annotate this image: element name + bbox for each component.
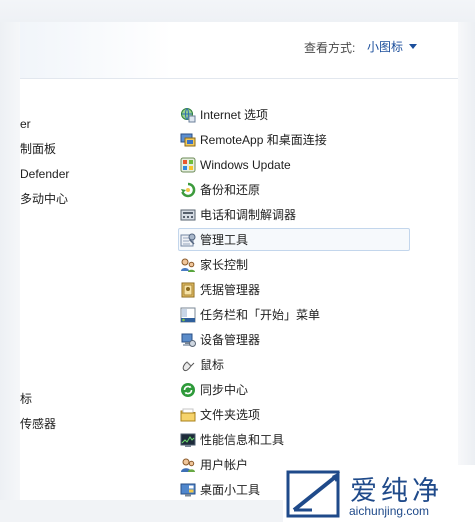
folder-options-icon [180,407,196,423]
left-column-item[interactable]: Defender [20,164,170,184]
control-panel-item-label: 设备管理器 [200,333,261,347]
windows-update-icon [180,157,196,173]
parental-controls-icon [180,257,196,273]
control-panel-item[interactable]: 鼠标 [178,353,410,376]
left-column-item[interactable]: 传感器 [20,414,170,434]
control-panel-item-label: 用户帐户 [200,458,249,472]
left-column-item[interactable]: 多动中心 [20,189,170,209]
control-panel-item[interactable]: 家长控制 [178,253,410,276]
control-panel-item[interactable]: 任务栏和「开始」菜单 [178,303,410,326]
remoteapp-icon [180,132,196,148]
internet-options-icon [180,107,196,123]
window-frame-left [0,22,20,500]
control-panel-item[interactable]: 电话和调制解调器 [178,203,410,226]
control-panel-toolbar: 查看方式: 小图标 [20,22,458,79]
control-panel-item-label: 任务栏和「开始」菜单 [200,308,321,322]
control-panel-item-label: 性能信息和工具 [200,433,285,447]
left-column-item[interactable]: er [20,114,170,134]
control-panel-item-label: 管理工具 [200,233,249,247]
control-panel-item[interactable]: 备份和还原 [178,178,410,201]
control-panel-item-label: Windows Update [200,157,291,172]
control-panel-item-label: 文件夹选项 [200,408,261,422]
user-accounts-icon [180,457,196,473]
view-by-dropdown[interactable]: 小图标 [367,37,418,55]
control-panel-item-label: 桌面小工具 [200,483,261,497]
control-panel-item[interactable]: RemoteApp 和桌面连接 [178,128,410,151]
control-panel-item-label: 家长控制 [200,258,249,272]
watermark: 爱纯净 aichunjing.com [283,465,475,522]
left-column-item[interactable]: 标 [20,389,170,409]
credential-manager-icon [180,282,196,298]
desktop-gadgets-icon [180,482,196,498]
control-panel-item[interactable]: 管理工具 [178,228,410,251]
sync-center-icon [180,382,196,398]
control-panel-item-label: 凭据管理器 [200,283,261,297]
phone-modem-icon [180,207,196,223]
window-frame-right [458,22,475,500]
mouse-icon [180,357,196,373]
admin-tools-icon [180,232,196,248]
watermark-logo-icon [286,470,340,518]
control-panel-item-label: 备份和还原 [200,183,261,197]
view-by-value[interactable]: 小图标 [367,38,403,55]
control-panel-item-label: 电话和调制解调器 [200,208,297,222]
control-panel-item[interactable]: 凭据管理器 [178,278,410,301]
control-panel-item-label: 同步中心 [200,383,249,397]
control-panel-item[interactable]: 性能信息和工具 [178,428,410,451]
taskbar-start-icon [180,307,196,323]
backup-restore-icon [180,182,196,198]
control-panel-item[interactable]: 设备管理器 [178,328,410,351]
window-frame-top [0,0,475,22]
control-panel-item[interactable]: 同步中心 [178,378,410,401]
control-panel-item[interactable]: Windows Update [178,153,410,176]
watermark-text: 爱纯净 [350,476,443,507]
control-panel-item[interactable]: Internet 选项 [178,103,410,126]
watermark-url: aichunjing.com [349,504,430,518]
performance-icon [180,432,196,448]
control-panel-item[interactable]: 文件夹选项 [178,403,410,426]
device-manager-icon [180,332,196,348]
chevron-down-icon[interactable] [409,43,418,49]
control-panel-window: 查看方式: 小图标 er 制面板 Defender 多动中心标传感器 Internet… [20,22,458,500]
left-column-item[interactable]: 制面板 [20,139,170,159]
control-panel-item-label: RemoteApp 和桌面连接 [200,133,327,147]
control-panel-item-label: Internet 选项 [200,108,269,122]
control-panel-item-label: 鼠标 [200,358,225,372]
view-by-label: 查看方式: [304,41,356,55]
